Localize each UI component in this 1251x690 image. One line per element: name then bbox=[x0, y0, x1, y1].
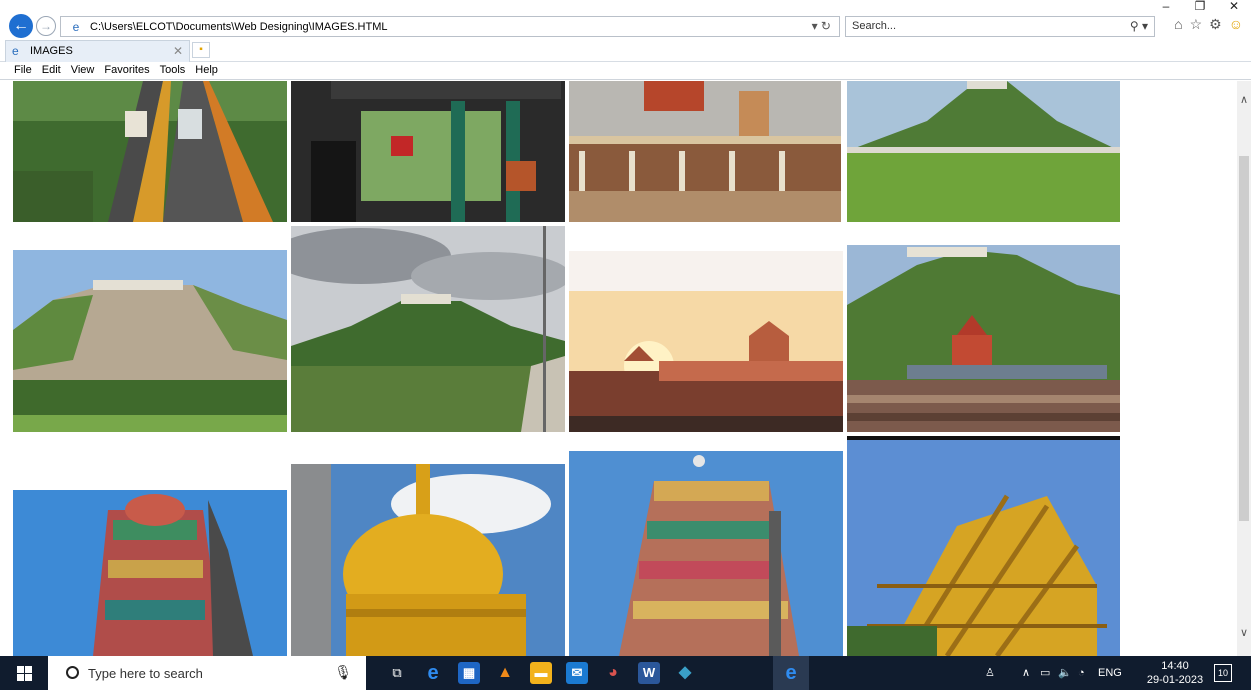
page-content bbox=[0, 81, 1237, 656]
star-icon[interactable]: ☆ bbox=[1190, 16, 1203, 33]
vertical-scrollbar[interactable]: ∧ ∨ bbox=[1237, 81, 1251, 656]
minimize-button[interactable]: – bbox=[1149, 0, 1183, 14]
language-indicator[interactable]: ENG bbox=[1098, 656, 1122, 690]
address-bar[interactable]: e C:\Users\ELCOT\Documents\Web Designing… bbox=[60, 16, 840, 37]
paint-icon[interactable]: ◕ bbox=[602, 662, 624, 684]
scroll-thumb[interactable] bbox=[1239, 156, 1249, 521]
wifi-icon[interactable]: ◔ bbox=[1078, 656, 1085, 690]
menu-favorites[interactable]: Favorites bbox=[104, 62, 149, 79]
green-hill-cloudy-photo[interactable] bbox=[291, 226, 565, 432]
browser-toolbar: – ❐ ✕ ← → e C:\Users\ELCOT\Documents\Web… bbox=[0, 0, 1251, 38]
task-view-icon[interactable]: ⧉ bbox=[386, 662, 408, 684]
home-icon[interactable]: ⌂ bbox=[1174, 16, 1182, 33]
edge-icon[interactable]: e bbox=[422, 662, 444, 684]
ie-tab-icon: e bbox=[12, 44, 19, 58]
taskbar: Type here to search 🎙 ⧉ e ▦ ▲ ▬ ✉ ◕ W ◆ … bbox=[0, 656, 1251, 690]
taskbar-search-input[interactable]: Type here to search bbox=[88, 666, 203, 681]
cable-car-station-photo[interactable] bbox=[291, 81, 565, 222]
clock[interactable]: 14:40 29-01-2023 bbox=[1145, 659, 1205, 687]
internet-explorer-icon: e bbox=[785, 662, 797, 684]
windows-logo-icon bbox=[16, 665, 32, 681]
word-icon[interactable]: W bbox=[638, 662, 660, 684]
cortana-icon bbox=[66, 666, 79, 679]
start-button[interactable] bbox=[0, 656, 48, 690]
menu-file[interactable]: File bbox=[14, 62, 32, 79]
temple-scaffolding-photo[interactable] bbox=[847, 436, 1120, 656]
temple-festival-crowd-photo[interactable] bbox=[847, 245, 1120, 432]
close-tab-icon[interactable]: ✕ bbox=[173, 44, 183, 58]
mail-icon[interactable]: ✉ bbox=[566, 662, 588, 684]
search-box[interactable]: Search... ⚲ ▾ bbox=[845, 16, 1155, 37]
search-icon[interactable]: ⚲ ▾ bbox=[1130, 19, 1148, 33]
vlc-icon[interactable]: ▲ bbox=[494, 662, 516, 684]
microphone-icon[interactable]: 🎙 bbox=[334, 664, 352, 681]
close-window-button[interactable]: ✕ bbox=[1217, 0, 1251, 14]
menu-bar: File Edit View Favorites Tools Help bbox=[0, 62, 1251, 80]
rocky-hill-photo[interactable] bbox=[13, 250, 287, 432]
file-explorer-icon[interactable]: ▬ bbox=[530, 662, 552, 684]
arrow-left-icon: ← bbox=[13, 17, 29, 34]
ie-page-icon: e bbox=[72, 20, 80, 34]
smiley-icon[interactable]: ☺ bbox=[1229, 16, 1243, 33]
notification-center-icon[interactable]: 10 bbox=[1214, 664, 1232, 682]
menu-help[interactable]: Help bbox=[195, 62, 218, 79]
chevron-up-icon[interactable]: ∧ bbox=[1237, 93, 1251, 107]
funicular-rail-photo[interactable] bbox=[13, 81, 287, 222]
store-icon[interactable]: ▦ bbox=[458, 662, 480, 684]
gopuram-blue-sky-photo[interactable] bbox=[569, 451, 843, 656]
people-icon[interactable]: ♙ bbox=[985, 656, 995, 690]
new-tab-button[interactable]: ▪ bbox=[192, 42, 210, 58]
app-icon[interactable]: ◆ bbox=[674, 662, 696, 684]
chevron-down-icon[interactable]: ∨ bbox=[1237, 626, 1251, 640]
tab-label: IMAGES bbox=[30, 45, 73, 57]
menu-tools[interactable]: Tools bbox=[160, 62, 186, 79]
temple-gopuram-photo[interactable] bbox=[13, 490, 287, 656]
taskbar-search[interactable]: Type here to search 🎙 bbox=[48, 656, 366, 690]
golden-dome-photo[interactable] bbox=[291, 464, 565, 656]
temple-sunset-photo[interactable] bbox=[569, 251, 843, 432]
volume-icon[interactable]: 🔈 bbox=[1058, 656, 1072, 690]
chevron-up-tray-icon[interactable]: ∧ bbox=[1022, 656, 1030, 690]
clock-time: 14:40 bbox=[1161, 660, 1189, 672]
address-url[interactable]: C:\Users\ELCOT\Documents\Web Designing\I… bbox=[90, 20, 388, 34]
hill-field-photo[interactable] bbox=[847, 81, 1120, 222]
window-controls: – ❐ ✕ bbox=[1149, 0, 1251, 14]
tab-bar: e IMAGES ✕ ▪ bbox=[0, 38, 1251, 62]
gear-icon[interactable]: ⚙ bbox=[1209, 16, 1222, 33]
ie-taskbar-button[interactable]: e bbox=[773, 656, 809, 690]
menu-edit[interactable]: Edit bbox=[42, 62, 61, 79]
clock-date: 29-01-2023 bbox=[1146, 674, 1204, 686]
battery-icon[interactable]: ▭ bbox=[1040, 656, 1050, 690]
arrow-right-icon: → bbox=[40, 19, 52, 33]
toolbar-icons: ⌂ ☆ ⚙ ☺ bbox=[1174, 16, 1243, 33]
address-dropdown-refresh[interactable]: ▾ ↻ bbox=[812, 19, 831, 33]
temple-street-photo[interactable] bbox=[569, 81, 841, 222]
forward-button[interactable]: → bbox=[36, 16, 56, 36]
tab-images[interactable]: e IMAGES ✕ bbox=[5, 40, 190, 62]
menu-view[interactable]: View bbox=[71, 62, 95, 79]
maximize-button[interactable]: ❐ bbox=[1183, 0, 1217, 14]
back-button[interactable]: ← bbox=[9, 14, 33, 38]
search-input[interactable]: Search... bbox=[852, 20, 896, 32]
